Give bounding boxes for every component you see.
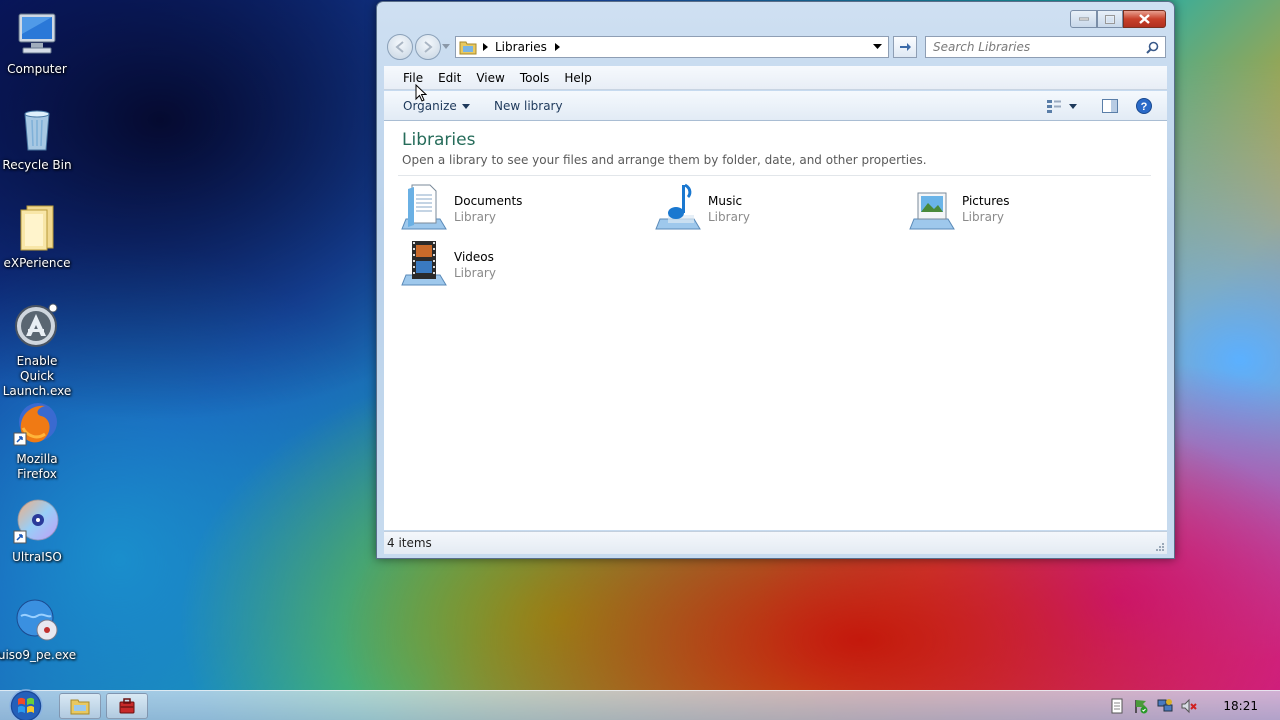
search-icon[interactable] bbox=[1146, 41, 1159, 54]
maximize-icon bbox=[1105, 14, 1115, 24]
divider bbox=[398, 175, 1151, 176]
mouse-cursor-icon bbox=[415, 84, 427, 102]
recycle-bin-icon bbox=[24, 110, 50, 151]
minimize-button[interactable] bbox=[1070, 10, 1097, 28]
status-bar: 4 items bbox=[384, 531, 1167, 554]
taskbar-explorer-button[interactable] bbox=[59, 693, 101, 719]
videos-library-icon bbox=[401, 241, 447, 286]
quick-launch-app-icon bbox=[15, 303, 58, 347]
start-button[interactable] bbox=[4, 687, 44, 720]
menu-help[interactable]: Help bbox=[564, 71, 591, 85]
music-library-icon bbox=[655, 183, 701, 230]
desktop-icon-label: Computer bbox=[7, 62, 67, 76]
content-pane: Libraries Open a library to see your fil… bbox=[384, 121, 1167, 530]
library-type: Library bbox=[708, 210, 750, 224]
breadcrumb-libraries[interactable]: Libraries bbox=[495, 40, 547, 54]
libraries-folder-icon bbox=[459, 41, 477, 55]
new-library-button[interactable]: New library bbox=[494, 99, 563, 113]
notes-tray-icon[interactable] bbox=[1109, 698, 1125, 714]
command-bar: Organize New library ? bbox=[384, 91, 1167, 121]
breadcrumb-arrow-icon[interactable] bbox=[554, 43, 560, 51]
desktop-icon-recycle-bin[interactable]: Recycle Bin bbox=[0, 106, 74, 173]
search-placeholder: Search Libraries bbox=[933, 40, 1031, 54]
minimize-icon bbox=[1078, 17, 1089, 21]
desktop-icon-firefox[interactable]: Mozilla Firefox bbox=[0, 400, 74, 482]
close-icon bbox=[1139, 14, 1150, 24]
menu-file[interactable]: File bbox=[403, 71, 423, 85]
menu-tools[interactable]: Tools bbox=[520, 71, 550, 85]
cd-disc-icon bbox=[13, 499, 59, 544]
navigation-bar: Libraries Search Libraries bbox=[385, 34, 1166, 60]
desktop-icon-label: eXPerience bbox=[3, 256, 71, 270]
network-icon[interactable] bbox=[1157, 698, 1173, 714]
organize-button[interactable]: Organize bbox=[403, 99, 470, 113]
recent-pages-dropdown-icon[interactable] bbox=[442, 44, 450, 50]
close-button[interactable] bbox=[1123, 10, 1166, 28]
breadcrumb-arrow-icon[interactable] bbox=[483, 43, 488, 51]
library-item-documents[interactable]: Documents Library bbox=[400, 183, 522, 233]
forward-button[interactable] bbox=[415, 34, 441, 60]
caption-buttons bbox=[1070, 10, 1166, 28]
change-view-button[interactable] bbox=[1046, 99, 1077, 113]
desktop-icon-label: Enable Quick Launch.exe bbox=[2, 354, 72, 398]
system-tray: 18:21 bbox=[1109, 691, 1280, 720]
installer-globe-icon bbox=[16, 599, 58, 641]
refresh-icon bbox=[900, 43, 911, 51]
address-dropdown-icon[interactable] bbox=[873, 44, 882, 50]
firefox-icon bbox=[13, 403, 57, 446]
pictures-library-icon bbox=[909, 192, 955, 230]
desktop-icon-ultraiso[interactable]: UltraISO bbox=[0, 498, 74, 565]
libraries-window: Libraries Search Libraries File Edit Vie… bbox=[376, 1, 1175, 559]
volume-muted-icon[interactable] bbox=[1181, 698, 1198, 714]
library-item-pictures[interactable]: Pictures Library bbox=[908, 183, 1010, 233]
action-center-flag-icon[interactable] bbox=[1133, 698, 1149, 714]
desktop-icon-label: Mozilla Firefox bbox=[16, 452, 58, 481]
folder-icon bbox=[70, 699, 90, 715]
chevron-down-icon bbox=[1069, 103, 1077, 109]
chevron-down-icon bbox=[461, 103, 470, 109]
page-description: Open a library to see your files and arr… bbox=[402, 153, 927, 167]
desktop-icon-label: Recycle Bin bbox=[2, 158, 72, 172]
folder-icon bbox=[20, 205, 54, 251]
maximize-button[interactable] bbox=[1097, 10, 1123, 28]
address-bar[interactable]: Libraries bbox=[455, 36, 889, 58]
computer-icon bbox=[18, 13, 56, 54]
forward-arrow-icon bbox=[424, 41, 433, 53]
library-type: Library bbox=[454, 266, 496, 280]
view-options-icon bbox=[1047, 100, 1061, 113]
library-type: Library bbox=[454, 210, 496, 224]
clock[interactable]: 18:21 bbox=[1223, 699, 1258, 713]
search-input[interactable]: Search Libraries bbox=[925, 36, 1166, 58]
back-button[interactable] bbox=[387, 34, 413, 60]
documents-library-icon bbox=[401, 184, 447, 230]
menu-bar: File Edit View Tools Help bbox=[384, 66, 1167, 90]
desktop-icon-computer[interactable]: Computer bbox=[0, 10, 74, 77]
library-name: Documents bbox=[454, 194, 523, 208]
library-name: Music bbox=[708, 194, 743, 208]
desktop-icon-label: uiso9_pe.exe bbox=[0, 648, 77, 662]
library-name: Videos bbox=[454, 250, 494, 264]
desktop-icon-enable-quick-launch[interactable]: Enable Quick Launch.exe bbox=[0, 302, 74, 399]
taskbar-app-button[interactable] bbox=[106, 693, 148, 719]
library-name: Pictures bbox=[962, 194, 1010, 208]
library-type: Library bbox=[962, 210, 1004, 224]
help-icon[interactable]: ? bbox=[1136, 98, 1152, 114]
refresh-button[interactable] bbox=[893, 36, 917, 58]
taskbar: 18:21 bbox=[0, 687, 1280, 720]
library-item-videos[interactable]: Videos Library bbox=[400, 239, 496, 289]
resize-grip-icon[interactable] bbox=[1156, 543, 1164, 551]
desktop-icon-uiso9-pe[interactable]: uiso9_pe.exe bbox=[0, 596, 77, 663]
desktop-icon-label: UltraISO bbox=[12, 550, 62, 564]
preview-pane-icon[interactable] bbox=[1102, 99, 1118, 113]
svg-text:?: ? bbox=[1141, 101, 1148, 113]
menu-edit[interactable]: Edit bbox=[438, 71, 461, 85]
menu-view[interactable]: View bbox=[476, 71, 504, 85]
page-title: Libraries bbox=[402, 130, 476, 150]
back-arrow-icon bbox=[395, 41, 404, 53]
library-item-music[interactable]: Music Library bbox=[654, 183, 750, 233]
toolbox-icon bbox=[119, 698, 135, 714]
item-count: 4 items bbox=[387, 536, 432, 550]
organize-label: Organize bbox=[403, 99, 457, 113]
desktop-icon-experience[interactable]: eXPerience bbox=[0, 204, 74, 271]
